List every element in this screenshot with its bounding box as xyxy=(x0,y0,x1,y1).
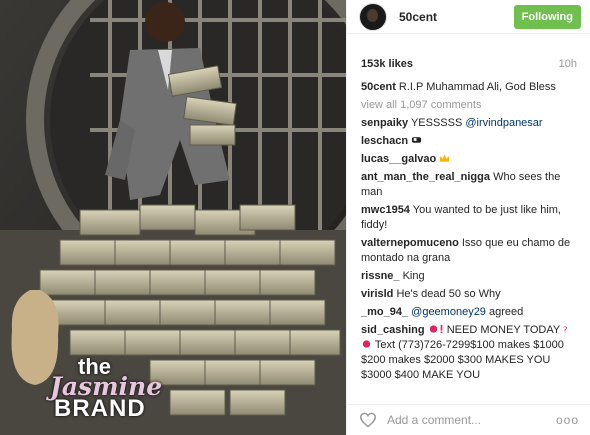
list-item: _mo_94_ @geemoney29 agreed xyxy=(361,305,577,320)
mention-link[interactable]: @irvindpanesar xyxy=(465,117,542,129)
comment-text: Text (773)726-7299$100 makes $1000 $200 … xyxy=(361,339,564,381)
comment-text: agreed xyxy=(489,306,524,318)
list-item: virisld He's dead 50 so Why xyxy=(361,287,577,302)
comment-user[interactable]: valternepomuceno xyxy=(361,237,459,249)
post-panel: 50cent Following 153k likes 10h 50cent R… xyxy=(346,0,590,435)
list-item: senpaiky YESSSSS @irvindpanesar xyxy=(361,116,577,131)
caption: 50cent R.I.P Muhammad Ali, God Bless xyxy=(361,80,577,95)
list-item: valternepomuceno Isso que eu chamo de mo… xyxy=(361,236,577,266)
heart-icon[interactable] xyxy=(359,412,377,428)
comment-user[interactable]: senpaiky xyxy=(361,117,408,129)
comment-text: YESSSSS xyxy=(410,117,463,129)
post-header: 50cent Following xyxy=(347,0,590,34)
avatar[interactable] xyxy=(359,2,387,31)
exclamation-icon xyxy=(440,324,442,334)
comment-user[interactable]: rissne_ xyxy=(361,270,400,282)
more-options-icon[interactable]: ooo xyxy=(556,413,579,427)
crown-icon xyxy=(440,154,450,162)
likes-row: 153k likes 10h xyxy=(347,34,590,70)
comment-input[interactable]: Add a comment... xyxy=(387,413,556,427)
comment-text: He's dead 50 so Why xyxy=(396,288,501,300)
list-item: rissne_ King xyxy=(361,269,577,284)
watermark-logo: the Jasmine BRAND xyxy=(50,356,170,421)
list-item: mwc1954 You wanted to be just like him, … xyxy=(361,203,577,233)
list-item: sid_cashing NEED MONEY TODAY ? Text (773… xyxy=(361,323,577,383)
comments-list: 50cent R.I.P Muhammad Ali, God Bless vie… xyxy=(347,70,590,383)
comment-text: NEED MONEY TODAY xyxy=(446,324,560,336)
caption-user[interactable]: 50cent xyxy=(361,81,396,93)
comment-text: King xyxy=(402,270,425,282)
comment-user[interactable]: sid_cashing xyxy=(361,324,425,336)
comment-user[interactable]: ant_man_the_real_nigga xyxy=(361,171,490,183)
list-item: ant_man_the_real_nigga Who sees the man xyxy=(361,170,577,200)
comment-user[interactable]: leschacn xyxy=(361,135,408,147)
post-photo[interactable]: the Jasmine BRAND xyxy=(0,0,346,435)
alarm-icon xyxy=(362,340,371,348)
caption-text: R.I.P Muhammad Ali, God Bless xyxy=(398,81,556,93)
comment-user[interactable]: virisld xyxy=(361,288,393,300)
likes-count[interactable]: 153k likes xyxy=(361,58,413,70)
list-item: leschacn xyxy=(361,134,577,149)
add-comment-bar: Add a comment... ooo xyxy=(347,404,590,435)
cow-icon xyxy=(412,137,422,143)
mention-link[interactable]: @geemoney29 xyxy=(411,306,486,318)
question-icon: ? xyxy=(563,324,567,334)
comment-user[interactable]: mwc1954 xyxy=(361,204,410,216)
comment-user[interactable]: lucas__galvao xyxy=(361,153,436,165)
view-all-comments-link[interactable]: view all 1,097 comments xyxy=(361,98,577,113)
username[interactable]: 50cent xyxy=(399,10,514,24)
alarm-icon xyxy=(429,325,437,333)
list-item: lucas__galvao xyxy=(361,152,577,167)
following-button[interactable]: Following xyxy=(513,4,581,29)
comment-user[interactable]: _mo_94_ xyxy=(361,306,408,318)
post-time[interactable]: 10h xyxy=(559,58,577,70)
svg-text:?: ? xyxy=(563,324,567,334)
